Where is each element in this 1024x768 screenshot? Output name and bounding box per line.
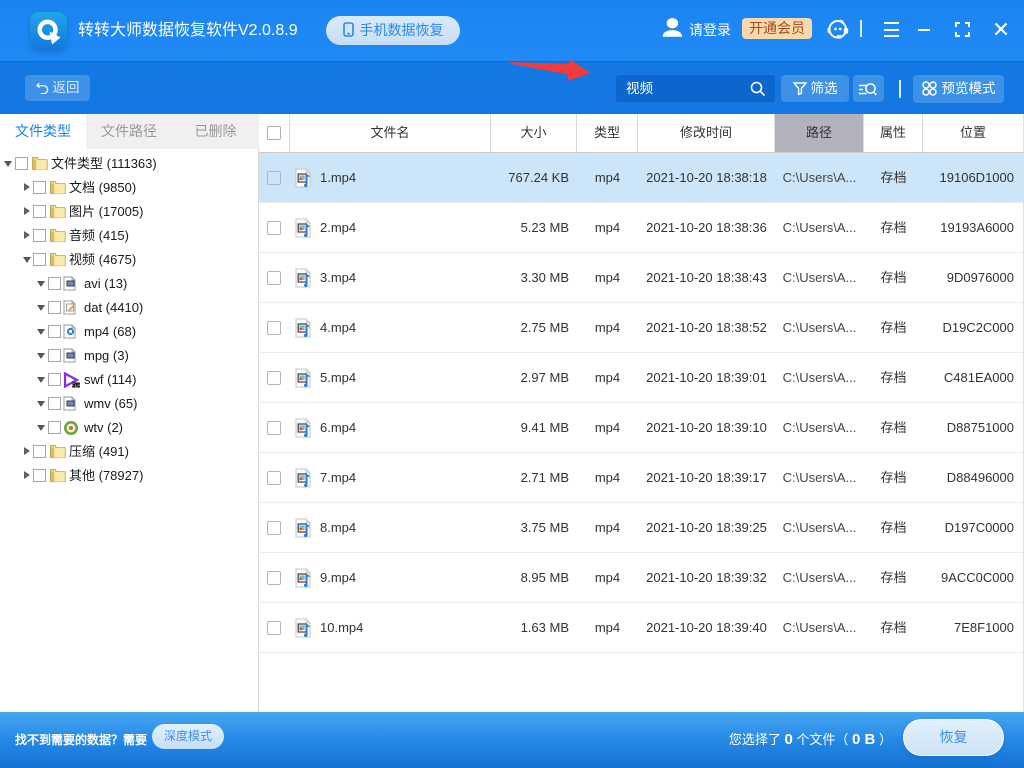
svg-text:FLA: FLA <box>72 383 80 388</box>
